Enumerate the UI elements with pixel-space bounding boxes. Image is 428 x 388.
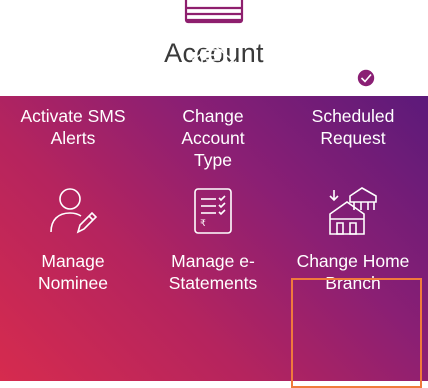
- tile-label: Manage Nominee: [37, 251, 109, 293]
- home-branch-icon: [328, 186, 378, 236]
- user-pencil-icon: [48, 186, 98, 236]
- statement-checklist-icon: ₹: [188, 186, 238, 236]
- tile-manage-e-statements[interactable]: ₹ Manage e- Statements: [150, 0, 276, 293]
- tile-label: Change Home Branch: [296, 251, 410, 293]
- tile-change-home-branch[interactable]: Change Home Branch: [290, 0, 416, 293]
- tile-manage-nominee[interactable]: Manage Nominee: [10, 0, 136, 293]
- tile-label: Manage e- Statements: [168, 251, 258, 293]
- svg-text:₹: ₹: [200, 219, 206, 229]
